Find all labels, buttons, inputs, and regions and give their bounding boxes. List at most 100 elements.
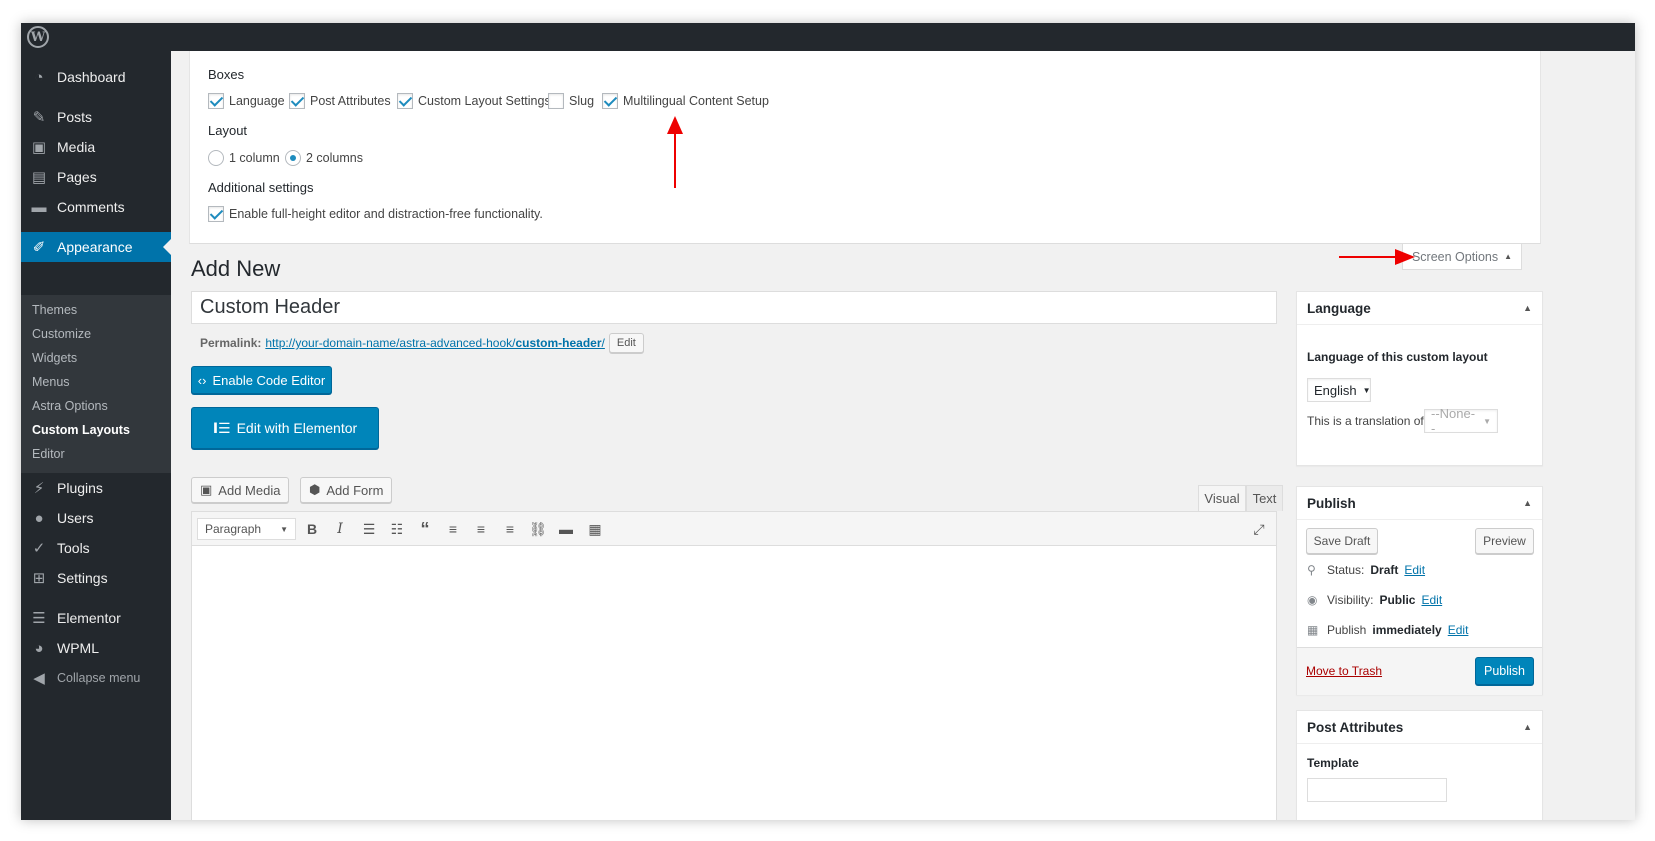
brush-icon: ✐	[32, 239, 46, 256]
sidebar-item-wpml[interactable]: ◕ WPML	[21, 633, 171, 663]
layout-option-1-column[interactable]: 1 column	[208, 150, 280, 166]
link-icon[interactable]: ⛓	[527, 519, 549, 539]
sidebar-item-tools[interactable]: ✓ Tools	[21, 533, 171, 563]
annotation-arrow-right	[1339, 256, 1399, 258]
read-more-icon[interactable]: ▬	[555, 519, 577, 539]
post-title-input[interactable]: Custom Header	[191, 291, 1277, 324]
collapse-menu-button[interactable]: ◀ Collapse menu	[21, 663, 171, 693]
enable-code-editor-button[interactable]: ‹› Enable Code Editor	[191, 366, 332, 394]
toggle-arrow-icon[interactable]: ▲	[1523, 498, 1532, 508]
media-icon: ▣	[31, 139, 47, 156]
toggle-arrow-icon[interactable]: ▲	[1523, 303, 1532, 313]
sidebar-item-elementor[interactable]: ☰ Elementor	[21, 603, 171, 633]
permalink-edit-button[interactable]: Edit	[608, 333, 644, 353]
wordpress-logo-icon[interactable]: W	[27, 26, 49, 48]
align-center-icon[interactable]: ≡	[470, 519, 492, 539]
submenu-item-themes[interactable]: Themes	[32, 303, 77, 317]
layout-heading: Layout	[208, 123, 248, 138]
translation-label: This is a translation of	[1307, 414, 1424, 428]
move-to-trash-link[interactable]: Move to Trash	[1306, 664, 1382, 678]
template-select[interactable]	[1307, 778, 1447, 802]
publish-date-edit-link[interactable]: Edit	[1448, 623, 1469, 637]
form-icon: ⬢	[309, 482, 321, 497]
sidebar-item-posts[interactable]: ✎ Posts	[21, 102, 171, 132]
visibility-edit-link[interactable]: Edit	[1421, 593, 1442, 607]
save-draft-button[interactable]: Save Draft	[1306, 528, 1378, 554]
permalink: Permalink: http://your-domain-name/astra…	[200, 333, 644, 353]
submenu-item-editor[interactable]: Editor	[32, 447, 65, 461]
sidebar-item-users[interactable]: ● Users	[21, 503, 171, 533]
main-content: Boxes Language Post Attributes Custom La…	[171, 51, 1635, 820]
submenu-item-widgets[interactable]: Widgets	[32, 351, 77, 365]
box-option-language[interactable]: Language	[208, 93, 285, 109]
format-select[interactable]: Paragraph ▼	[197, 518, 296, 540]
sidebar-item-comments[interactable]: ▬ Comments	[21, 192, 171, 222]
toggle-arrow-icon[interactable]: ▲	[1523, 722, 1532, 732]
plug-icon: ⚡	[33, 480, 45, 497]
blockquote-icon[interactable]: “	[414, 519, 436, 539]
language-box: Language ▲ Language of this custom layout…	[1296, 291, 1543, 466]
admin-sidebar: ◔ Dashboard ✎ Posts ▣ Media ▤ Pages ▬ Comment…	[21, 51, 171, 820]
box-option-custom-layout-settings[interactable]: Custom Layout Settings	[397, 93, 551, 109]
publish-box-header[interactable]: Publish ▲	[1297, 487, 1542, 520]
publish-button[interactable]: Publish	[1475, 657, 1534, 685]
status-edit-link[interactable]: Edit	[1404, 563, 1425, 577]
sidebar-item-media[interactable]: ▣ Media	[21, 132, 171, 162]
post-attributes-header[interactable]: Post Attributes ▲	[1297, 711, 1542, 744]
sidebar-item-plugins[interactable]: ⚡ Plugins	[21, 473, 171, 503]
checkbox[interactable]	[397, 93, 413, 109]
publish-actions: Move to Trash Publish	[1297, 647, 1542, 695]
radio-button[interactable]	[208, 150, 224, 166]
page-title: Add New	[191, 256, 281, 281]
sidebar-item-pages[interactable]: ▤ Pages	[21, 162, 171, 192]
checkbox[interactable]	[602, 93, 618, 109]
submenu-item-customize[interactable]: Customize	[32, 327, 91, 341]
wrench-icon: ✓	[32, 540, 46, 557]
numbered-list-icon[interactable]: ☷	[386, 519, 408, 539]
collapse-icon: ◀	[33, 670, 45, 687]
edit-with-elementor-button[interactable]: Ⅰ☰ Edit with Elementor	[191, 407, 379, 449]
sidebar-item-appearance[interactable]: ✐ Appearance	[21, 232, 171, 262]
bold-icon[interactable]: B	[301, 519, 323, 539]
permalink-link[interactable]: http://your-domain-name/astra-advanced-h…	[265, 336, 605, 350]
option-full-height-editor[interactable]: Enable full-height editor and distractio…	[208, 206, 543, 222]
bullet-list-icon[interactable]: ☰	[358, 519, 380, 539]
checkbox[interactable]	[208, 206, 224, 222]
box-option-multilingual-content-setup[interactable]: Multilingual Content Setup	[602, 93, 769, 109]
sidebar-item-dashboard[interactable]: ◔ Dashboard	[21, 62, 171, 92]
radio-button[interactable]	[285, 150, 301, 166]
language-select[interactable]: English ▼	[1307, 378, 1371, 402]
add-form-button[interactable]: ⬢ Add Form	[300, 477, 393, 503]
sidebar-item-settings[interactable]: ⊞ Settings	[21, 563, 171, 593]
checkbox[interactable]	[289, 93, 305, 109]
screen-options-tab[interactable]: Screen Options ▲	[1402, 244, 1522, 270]
content-editor[interactable]: Paragraph ▼ B I ☰ ☷ “ ≡ ≡ ≡ ⛓ ▬ ▦ ⤢	[191, 511, 1277, 820]
layout-option-2-columns[interactable]: 2 columns	[285, 150, 363, 166]
code-icon: ‹›	[197, 372, 207, 388]
translation-select[interactable]: --None-- ▼	[1424, 406, 1498, 436]
wpml-icon: ◕	[34, 639, 44, 657]
eye-icon: ◉	[1307, 593, 1318, 607]
submenu-item-menus[interactable]: Menus	[32, 375, 70, 389]
editor-toolbar: Paragraph ▼ B I ☰ ☷ “ ≡ ≡ ≡ ⛓ ▬ ▦ ⤢	[192, 512, 1276, 546]
align-left-icon[interactable]: ≡	[442, 519, 464, 539]
screen-options-panel: Boxes Language Post Attributes Custom La…	[189, 51, 1541, 244]
box-option-slug[interactable]: Slug	[548, 93, 594, 109]
submenu-item-custom-layouts[interactable]: Custom Layouts	[32, 423, 130, 437]
submenu-item-astra-options[interactable]: Astra Options	[32, 399, 108, 413]
italic-icon[interactable]: I	[329, 519, 351, 539]
elementor-icon: Ⅰ☰	[212, 419, 231, 436]
add-media-button[interactable]: ▣ Add Media	[191, 477, 290, 503]
annotation-arrowhead-right	[1395, 249, 1415, 265]
language-box-header[interactable]: Language ▲	[1297, 292, 1542, 325]
toolbar-toggle-icon[interactable]: ▦	[584, 519, 606, 539]
fullscreen-icon[interactable]: ⤢	[1248, 519, 1270, 539]
checkbox[interactable]	[208, 93, 224, 109]
tab-text[interactable]: Text	[1246, 485, 1283, 511]
tab-visual[interactable]: Visual	[1198, 485, 1246, 511]
preview-button[interactable]: Preview	[1475, 528, 1534, 554]
settings-icon: ⊞	[32, 570, 46, 587]
align-right-icon[interactable]: ≡	[499, 519, 521, 539]
checkbox[interactable]	[548, 93, 564, 109]
box-option-post-attributes[interactable]: Post Attributes	[289, 93, 391, 109]
